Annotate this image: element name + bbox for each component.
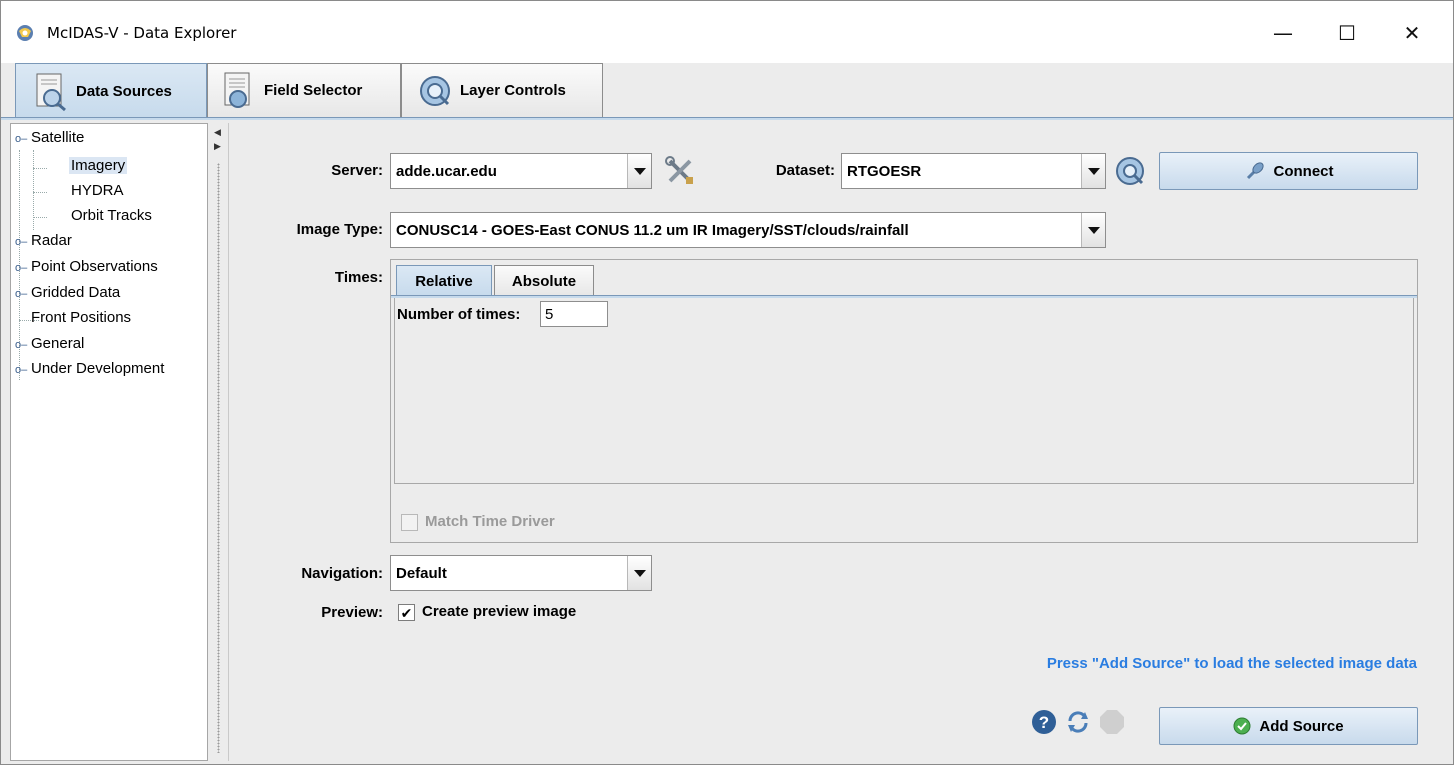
navigation-combo[interactable]: Default xyxy=(390,555,652,591)
expand-right-arrow-icon[interactable]: ▶ xyxy=(214,141,221,152)
mcidas-app-icon xyxy=(17,25,33,41)
tree-item-imagery[interactable]: Imagery xyxy=(69,157,128,174)
collapse-left-arrow-icon[interactable]: ◀ xyxy=(214,127,221,138)
tab-underline xyxy=(1,117,1453,120)
dataset-label: Dataset: xyxy=(775,162,835,179)
tree-item-point-observations[interactable]: o– Point Observations xyxy=(15,258,158,275)
dataset-combo[interactable]: RTGOESR xyxy=(841,153,1106,189)
minimize-button[interactable]: — xyxy=(1260,17,1306,49)
tab-field-selector[interactable]: Field Selector xyxy=(207,63,401,117)
tab-absolute[interactable]: Absolute xyxy=(494,265,594,297)
data-explorer-window: McIDAS-V - Data Explorer — ☐ ✕ Data Sour… xyxy=(0,0,1454,765)
chevron-down-icon[interactable] xyxy=(627,154,651,188)
tree-collapsed-handle-icon[interactable]: o– xyxy=(15,364,31,376)
server-label: Server: xyxy=(331,162,383,179)
tab-label: Field Selector xyxy=(264,82,363,99)
help-icon[interactable]: ? xyxy=(1031,709,1057,735)
tree-collapsed-handle-icon[interactable]: o– xyxy=(15,339,31,351)
navigation-value: Default xyxy=(396,565,447,582)
tree-item-front-positions[interactable]: Front Positions xyxy=(31,309,131,326)
number-of-times-input[interactable]: 5 xyxy=(540,301,608,327)
tree-item-orbit-tracks[interactable]: Orbit Tracks xyxy=(71,207,152,224)
dataset-value: RTGOESR xyxy=(847,163,922,180)
navigation-label: Navigation: xyxy=(301,565,383,582)
tab-layer-controls[interactable]: Layer Controls xyxy=(401,63,603,117)
layer-controls-icon xyxy=(420,75,450,106)
stop-icon[interactable] xyxy=(1099,709,1125,735)
server-value: adde.ucar.edu xyxy=(396,163,497,180)
create-preview-checkbox[interactable]: ✔ xyxy=(398,604,415,621)
window-title: McIDAS-V - Data Explorer xyxy=(47,24,237,42)
image-type-label: Image Type: xyxy=(296,221,383,238)
close-button[interactable]: ✕ xyxy=(1389,17,1435,49)
number-of-times-label: Number of times: xyxy=(397,306,521,323)
tab-relative[interactable]: Relative xyxy=(396,265,492,297)
plug-icon xyxy=(1246,162,1264,180)
svg-text:?: ? xyxy=(1039,713,1049,732)
image-type-value: CONUSC14 - GOES-East CONUS 11.2 um IR Im… xyxy=(396,222,909,239)
tree-item-gridded-data[interactable]: o– Gridded Data xyxy=(15,284,120,301)
tree-item-satellite[interactable]: o– Satellite xyxy=(15,129,84,146)
tree-item-general[interactable]: o– General xyxy=(15,335,84,352)
tree-item-hydra[interactable]: HYDRA xyxy=(71,182,124,199)
tree-guide-line xyxy=(33,150,34,230)
data-source-tree: o– Satellite Imagery HYDRA Orbit Tracks o… xyxy=(10,123,208,761)
tab-label: Data Sources xyxy=(76,83,172,100)
relative-times-panel: Number of times: 5 xyxy=(394,298,1414,484)
checkmark-icon xyxy=(1233,717,1251,735)
tree-guide-line xyxy=(33,217,47,218)
match-time-driver-checkbox[interactable] xyxy=(401,514,418,531)
add-source-button[interactable]: Add Source xyxy=(1159,707,1418,745)
field-selector-icon xyxy=(224,72,250,108)
chevron-down-icon[interactable] xyxy=(627,556,651,590)
preview-label: Preview: xyxy=(321,604,383,621)
tree-item-radar[interactable]: o– Radar xyxy=(15,232,72,249)
times-label: Times: xyxy=(334,269,383,286)
main-tab-bar: Data Sources Field Selector Layer Contro… xyxy=(1,63,1453,119)
tree-collapsed-handle-icon[interactable]: o– xyxy=(15,236,31,248)
tree-collapsed-handle-icon[interactable]: o– xyxy=(15,262,31,274)
chevron-down-icon[interactable] xyxy=(1081,154,1105,188)
tree-item-under-development[interactable]: o– Under Development xyxy=(15,360,164,377)
magnifier-page-icon xyxy=(36,73,66,111)
refresh-icon[interactable] xyxy=(1065,709,1091,735)
tab-data-sources[interactable]: Data Sources xyxy=(15,63,207,119)
server-combo[interactable]: adde.ucar.edu xyxy=(390,153,652,189)
tree-guide-line xyxy=(33,192,47,193)
split-pane-divider[interactable]: ◀ ▶ xyxy=(210,123,226,761)
times-panel: Relative Absolute Number of times: 5 Mat… xyxy=(390,259,1418,543)
tab-label: Layer Controls xyxy=(460,82,566,99)
tree-expanded-handle-icon[interactable]: o– xyxy=(15,133,31,145)
match-time-driver-label: Match Time Driver xyxy=(425,513,555,530)
create-preview-label: Create preview image xyxy=(422,603,577,620)
splitter-grip xyxy=(217,163,220,753)
add-source-hint: Press "Add Source" to load the selected … xyxy=(1046,655,1417,672)
tools-icon[interactable] xyxy=(663,154,697,188)
chevron-down-icon[interactable] xyxy=(1081,213,1105,247)
search-dataset-icon[interactable] xyxy=(1115,156,1145,186)
maximize-button[interactable]: ☐ xyxy=(1324,17,1370,49)
title-bar: McIDAS-V - Data Explorer — ☐ ✕ xyxy=(1,1,1453,63)
tree-guide-line xyxy=(33,168,47,169)
connect-button[interactable]: Connect xyxy=(1159,152,1418,190)
tree-collapsed-handle-icon[interactable]: o– xyxy=(15,288,31,300)
image-type-combo[interactable]: CONUSC14 - GOES-East CONUS 11.2 um IR Im… xyxy=(390,212,1106,248)
